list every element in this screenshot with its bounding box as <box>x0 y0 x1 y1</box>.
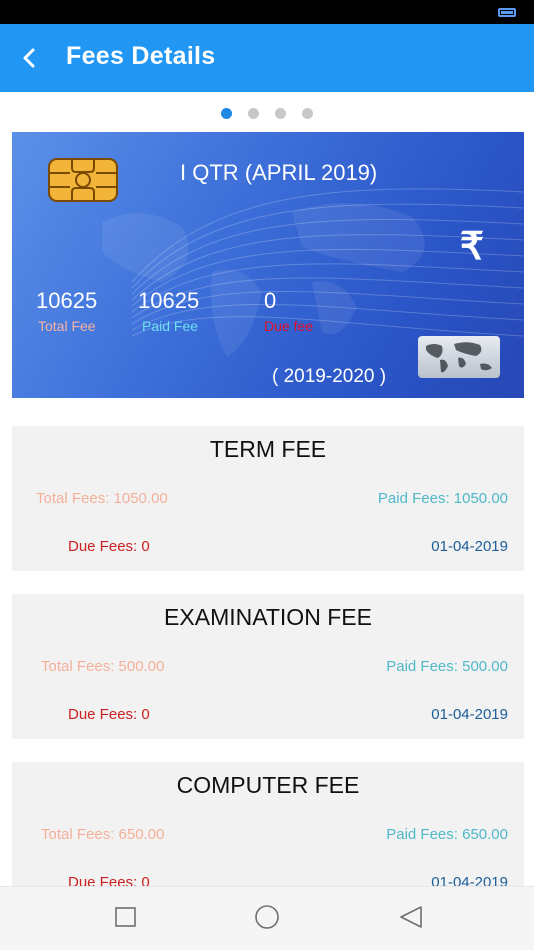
app-bar: Fees Details <box>0 24 534 92</box>
fee-total: Total Fees: 500.00 <box>41 658 165 675</box>
square-recents-icon[interactable] <box>114 905 138 934</box>
fee-paid: Paid Fees: 650.00 <box>386 826 508 843</box>
fee-due: Due Fees: 0 <box>68 538 150 555</box>
fee-paid: Paid Fees: 500.00 <box>386 658 508 675</box>
fee-date: 01-04-2019 <box>431 706 508 723</box>
fee-title: EXAMINATION FEE <box>164 604 372 630</box>
fee-title: TERM FEE <box>209 436 327 462</box>
quarter-title: I QTR (APRIL 2019) <box>180 160 378 185</box>
fee-item-examination[interactable]: EXAMINATION FEE Total Fees: 500.00 Paid … <box>12 594 524 739</box>
fee-title: COMPUTER FEE <box>176 772 360 798</box>
rupee-icon: ₹ <box>459 226 484 268</box>
fee-total: Total Fees: 1050.00 <box>36 490 168 507</box>
fee-summary-card[interactable]: I QTR (APRIL 2019) ₹ 10625 Total Fee 106… <box>12 132 524 398</box>
paid-fee-amount: 10625 <box>138 288 200 313</box>
back-arrow-icon[interactable] <box>16 44 44 72</box>
academic-year: ( 2019-2020 ) <box>272 366 387 387</box>
fee-paid: Paid Fees: 1050.00 <box>377 490 508 507</box>
page-dot-3[interactable] <box>275 108 286 119</box>
page-indicator <box>0 108 534 120</box>
fee-due: Due Fees: 0 <box>68 706 150 723</box>
triangle-back-icon[interactable] <box>398 905 424 934</box>
total-fee-amount: 10625 <box>36 288 98 313</box>
sim-chip-icon <box>48 158 118 202</box>
page-title: Fees Details <box>66 42 216 70</box>
circle-home-icon[interactable] <box>254 905 280 934</box>
due-fee-amount: 0 <box>264 288 277 313</box>
fee-total: Total Fees: 650.00 <box>41 826 165 843</box>
battery-icon <box>498 8 516 17</box>
page-dot-2[interactable] <box>248 108 259 119</box>
paid-fee-label: Paid Fee <box>142 318 199 334</box>
status-bar <box>0 0 534 24</box>
fee-item-term[interactable]: TERM FEE Total Fees: 1050.00 Paid Fees: … <box>12 426 524 571</box>
due-fee-label: Due fee <box>264 318 314 334</box>
world-map-icon <box>418 336 500 378</box>
system-navigation-bar <box>0 886 534 950</box>
total-fee-label: Total Fee <box>38 318 96 334</box>
fee-date: 01-04-2019 <box>431 538 508 555</box>
page-dot-4[interactable] <box>302 108 313 119</box>
page-dot-1[interactable] <box>221 108 232 119</box>
